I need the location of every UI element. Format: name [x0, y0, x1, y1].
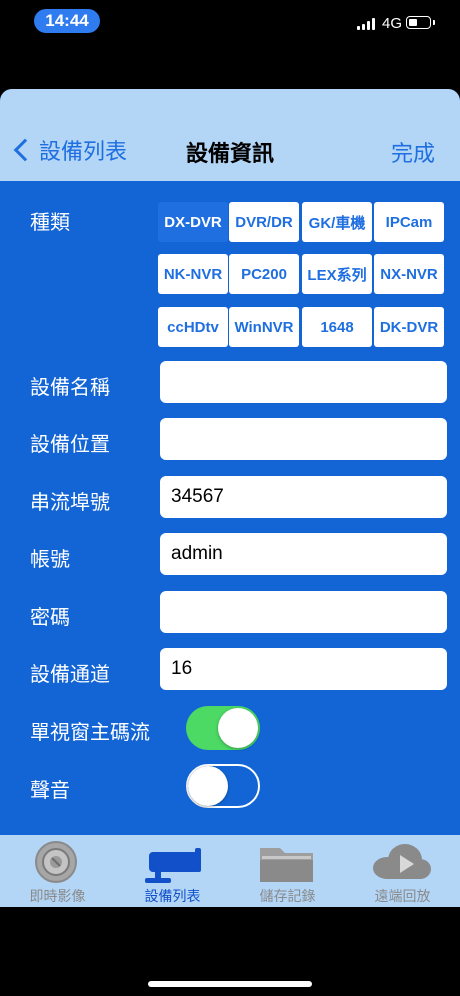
type-option[interactable]: DK-DVR	[374, 307, 444, 347]
device-location-label: 設備位置	[30, 432, 110, 456]
password-input[interactable]	[160, 591, 447, 633]
home-indicator	[148, 981, 312, 987]
cctv-camera-icon	[145, 848, 201, 883]
battery-icon	[406, 16, 431, 29]
device-info-sheet: 設備列表 設備資訊 完成 種類 DX-DVR DVR/DR GK/車機 IPCa…	[0, 89, 460, 907]
status-bar: 14:44 4G	[0, 0, 460, 45]
toggle-knob	[218, 708, 258, 748]
tab-label: 儲存記錄	[259, 889, 316, 905]
tab-label: 設備列表	[144, 889, 201, 905]
tab-bar: 即時影像 設備列表 儲存記錄 遠端回放	[0, 835, 460, 907]
type-option[interactable]: NX-NVR	[374, 254, 444, 294]
audio-label: 聲音	[30, 778, 70, 802]
device-location-input[interactable]	[160, 418, 447, 460]
battery-tip	[433, 20, 435, 25]
done-button[interactable]: 完成	[391, 136, 435, 168]
tab-storage[interactable]: 儲存記錄	[230, 835, 345, 907]
password-label: 密碼	[30, 605, 70, 629]
account-label: 帳號	[30, 547, 70, 571]
channels-label: 設備通道	[30, 662, 110, 686]
account-input[interactable]: admin	[160, 533, 447, 575]
type-option[interactable]: IPCam	[374, 202, 444, 242]
channels-input[interactable]: 16	[160, 648, 447, 690]
main-stream-label: 單視窗主碼流	[30, 720, 150, 744]
toggle-knob	[188, 766, 228, 806]
signal-icon	[357, 18, 377, 30]
type-option[interactable]: ccHDtv	[158, 307, 228, 347]
tab-label: 即時影像	[29, 889, 86, 905]
cloud-play-icon	[373, 844, 431, 879]
type-label: 種類	[30, 210, 70, 234]
camera-lens-icon	[35, 841, 77, 883]
device-name-input[interactable]	[160, 361, 447, 403]
main-stream-toggle[interactable]	[186, 706, 260, 750]
type-option[interactable]: DX-DVR	[158, 202, 228, 242]
tab-remote-playback[interactable]: 遠端回放	[345, 835, 460, 907]
audio-toggle[interactable]	[186, 764, 260, 808]
tab-live-view[interactable]: 即時影像	[0, 835, 115, 907]
type-option[interactable]: NK-NVR	[158, 254, 228, 294]
type-option[interactable]: 1648	[302, 307, 372, 347]
type-option[interactable]: PC200	[229, 254, 299, 294]
type-option[interactable]: LEX系列	[302, 254, 372, 294]
stream-port-label: 串流埠號	[30, 490, 110, 514]
tab-label: 遠端回放	[374, 889, 431, 905]
navigation-bar: 設備列表 設備資訊 完成	[0, 89, 460, 181]
network-type: 4G	[382, 15, 403, 32]
stream-port-input[interactable]: 34567	[160, 476, 447, 518]
tab-device-list[interactable]: 設備列表	[115, 835, 230, 907]
device-name-label: 設備名稱	[30, 375, 110, 399]
folder-icon	[260, 848, 313, 882]
status-time: 14:44	[34, 9, 100, 33]
type-option[interactable]: DVR/DR	[229, 202, 299, 242]
type-option[interactable]: GK/車機	[302, 202, 372, 242]
type-option[interactable]: WinNVR	[229, 307, 299, 347]
